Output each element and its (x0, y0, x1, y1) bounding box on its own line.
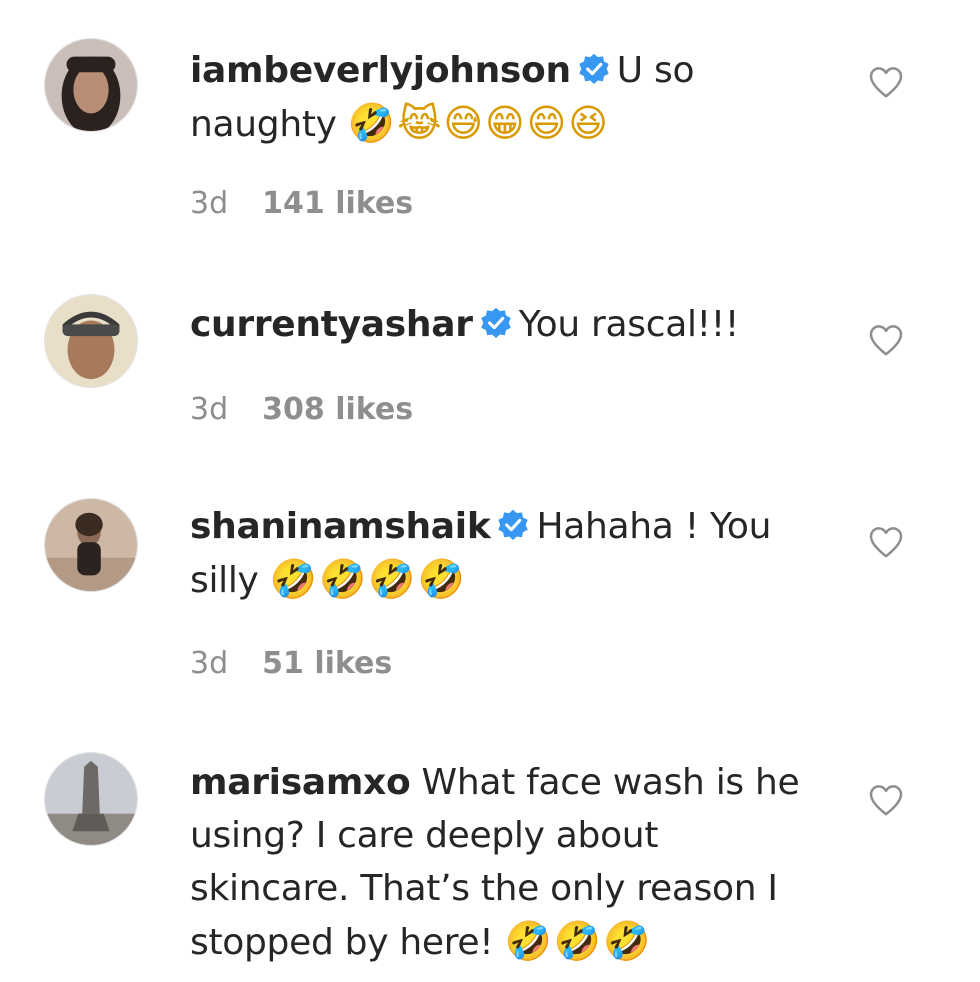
comment-emojis: 🤣🤣🤣 (504, 919, 653, 963)
avatar-marisamxo[interactable] (44, 752, 138, 846)
comment-time[interactable]: 3d (190, 392, 228, 427)
comment-body: currentyashar You rascal!!! (190, 298, 820, 351)
comment-username[interactable]: currentyashar (190, 304, 473, 345)
comment-meta: 3d 51 likes (190, 646, 392, 681)
comment-body: iambeverlyjohnson U so naughty 🤣😹😅😁😄😆 (190, 44, 820, 151)
comment-meta: 3d 141 likes (190, 186, 413, 221)
comment-username[interactable]: iambeverlyjohnson (190, 50, 571, 91)
comment-username[interactable]: shaninamshaik (190, 506, 491, 547)
comment-body: marisamxo What face wash is he using? I … (190, 756, 820, 969)
verified-badge-icon (496, 508, 530, 542)
comment-likes[interactable]: 308 likes (262, 392, 413, 427)
comment-likes[interactable]: 51 likes (262, 646, 392, 681)
avatar-currentyashar[interactable] (44, 294, 138, 388)
heart-icon[interactable] (866, 320, 906, 360)
heart-icon[interactable] (866, 62, 906, 102)
comment-text: You rascal!!! (518, 304, 740, 345)
heart-icon[interactable] (866, 522, 906, 562)
avatar-shaninamshaik[interactable] (44, 498, 138, 592)
comment-body: shaninamshaik Hahaha ! You silly 🤣🤣🤣🤣 (190, 500, 820, 607)
comment-time[interactable]: 3d (190, 646, 228, 681)
comment-emojis: 🤣🤣🤣🤣 (269, 557, 467, 601)
comment-meta: 3d 308 likes (190, 392, 413, 427)
comment-time[interactable]: 3d (190, 186, 228, 221)
verified-badge-icon (577, 52, 611, 86)
avatar-iambeverlyjohnson[interactable] (44, 38, 138, 132)
comment-emojis: 🤣😹😅😁😄😆 (347, 101, 611, 145)
heart-icon[interactable] (866, 780, 906, 820)
verified-badge-icon (479, 306, 513, 340)
comment-username[interactable]: marisamxo (190, 762, 411, 803)
comment-likes[interactable]: 141 likes (262, 186, 413, 221)
